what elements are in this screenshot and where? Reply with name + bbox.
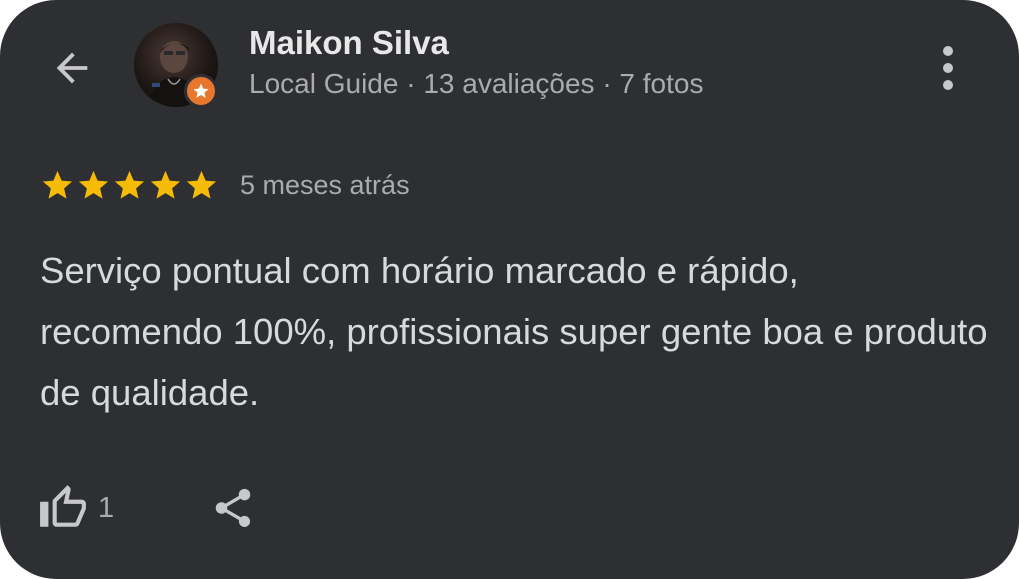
review-card: Maikon Silva Local Guide · 13 avaliações… [0, 0, 1019, 579]
star-icon [150, 170, 181, 199]
review-date: 5 meses atrás [240, 170, 410, 200]
star-rating [40, 168, 219, 203]
review-text: Serviço pontual com horário marcado e rá… [40, 250, 988, 413]
share-button[interactable] [206, 480, 260, 536]
star-icon [78, 170, 109, 199]
like-button[interactable]: 1 [38, 478, 114, 538]
back-button[interactable] [44, 40, 100, 96]
avatar[interactable] [134, 23, 218, 108]
thumb-up-icon [40, 485, 86, 527]
star-icon [114, 170, 145, 199]
local-guide-badge [184, 74, 218, 108]
local-guide-star-icon [193, 83, 209, 98]
reviewer-meta: Local Guide · 13 avaliações · 7 fotos [249, 68, 704, 99]
more-options-button[interactable] [922, 38, 974, 98]
arrow-back-icon [56, 52, 88, 84]
share-icon [215, 488, 251, 528]
star-icon [186, 170, 217, 199]
star-icon [42, 170, 73, 199]
like-count: 1 [98, 491, 115, 524]
more-vert-icon [943, 46, 953, 90]
reviewer-name[interactable]: Maikon Silva [249, 24, 449, 62]
